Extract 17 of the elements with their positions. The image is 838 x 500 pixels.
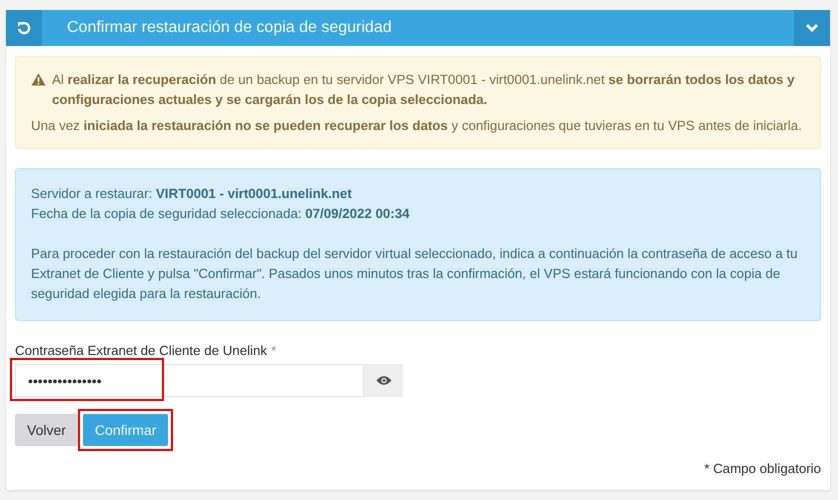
warning-text: Una vez iniciada la restauración no se pueden recuperar los datos y configuraciones que tuvieras en tu VPS antes de iniciarla.: [31, 117, 802, 135]
show-password-button[interactable]: [364, 364, 403, 397]
warning-icon: [31, 73, 46, 86]
panel-title: Confirmar restauración de copia de seguridad: [67, 19, 393, 37]
restore-icon: [17, 21, 31, 35]
info-text: Servidor a restaurar: VIRT0001 - virt0001.unelink.net: [31, 185, 353, 203]
info-paragraph: Para proceder con la restauración del backup del servidor virtual seleccionado, indica a continuación la contraseña de acceso a tu Extranet de Cliente y pulsa "Confirmar". Pasados unos minutos tras la confirmación, el VPS estará funcionando con la copia de seguridad elegida para la restauración.: [31, 245, 799, 303]
back-button[interactable]: Volver: [15, 414, 78, 446]
chevron-icon: [805, 23, 819, 33]
info-text: Fecha de la copia de seguridad seleccionada: 07/09/2022 00:34: [31, 205, 411, 223]
required-note: * Campo obligatorio: [704, 461, 821, 476]
warning-text: Al realizar la recuperación de un backup en tu servidor VPS VIRT0001 - virt0001.unelink.net se borrarán todos los datos y configuraciones actuales y se cargarán los de la copia seleccionada.: [52, 71, 796, 109]
required-mark: *: [271, 343, 276, 358]
field-label: Contraseña Extranet de Cliente de Unelink: [15, 343, 268, 358]
eye-icon: [376, 375, 392, 386]
password-field[interactable]: •••••••••••••••: [15, 364, 364, 397]
collapse-button[interactable]: [794, 10, 830, 46]
